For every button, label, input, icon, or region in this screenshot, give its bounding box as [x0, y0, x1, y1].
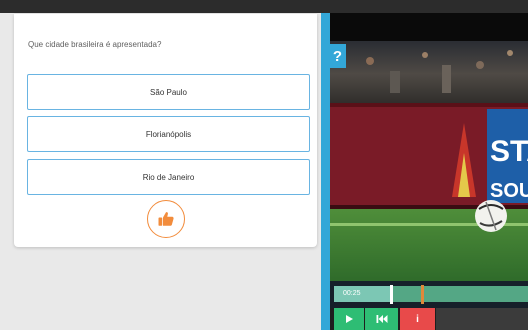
video-timeline[interactable]: 00:25 [330, 281, 528, 308]
play-button[interactable] [334, 308, 364, 330]
current-time: 00:25 [343, 290, 361, 297]
thumbs-up-icon [158, 212, 174, 226]
rewind-button[interactable] [365, 308, 398, 330]
video-player[interactable]: STA SOUT [330, 13, 528, 281]
answer-option-3[interactable]: Rio de Janeiro [27, 159, 310, 195]
skip-back-icon [376, 315, 387, 323]
playhead-handle[interactable] [390, 285, 393, 304]
like-button[interactable] [147, 200, 185, 238]
timeline-marker[interactable] [421, 285, 424, 304]
quiz-question: Que cidade brasileira é apresentada? [28, 40, 162, 49]
top-bar [0, 0, 528, 13]
help-icon: ? [332, 47, 343, 65]
answer-option-2[interactable]: Florianópolis [27, 116, 310, 152]
info-icon: i [416, 313, 419, 325]
controls-filler [436, 308, 528, 330]
video-frame: STA SOUT [330, 13, 528, 281]
help-button[interactable]: ? [329, 44, 346, 68]
ad-board-text-2: SOUT [490, 180, 528, 202]
timeline-track[interactable]: 00:25 [334, 285, 528, 304]
info-button[interactable]: i [400, 308, 435, 330]
ad-board-text: STA [490, 135, 528, 168]
quiz-card: Que cidade brasileira é apresentada? São… [14, 14, 317, 247]
answer-option-1[interactable]: São Paulo [27, 74, 310, 110]
video-controls: i [330, 308, 528, 330]
play-icon [346, 315, 353, 323]
